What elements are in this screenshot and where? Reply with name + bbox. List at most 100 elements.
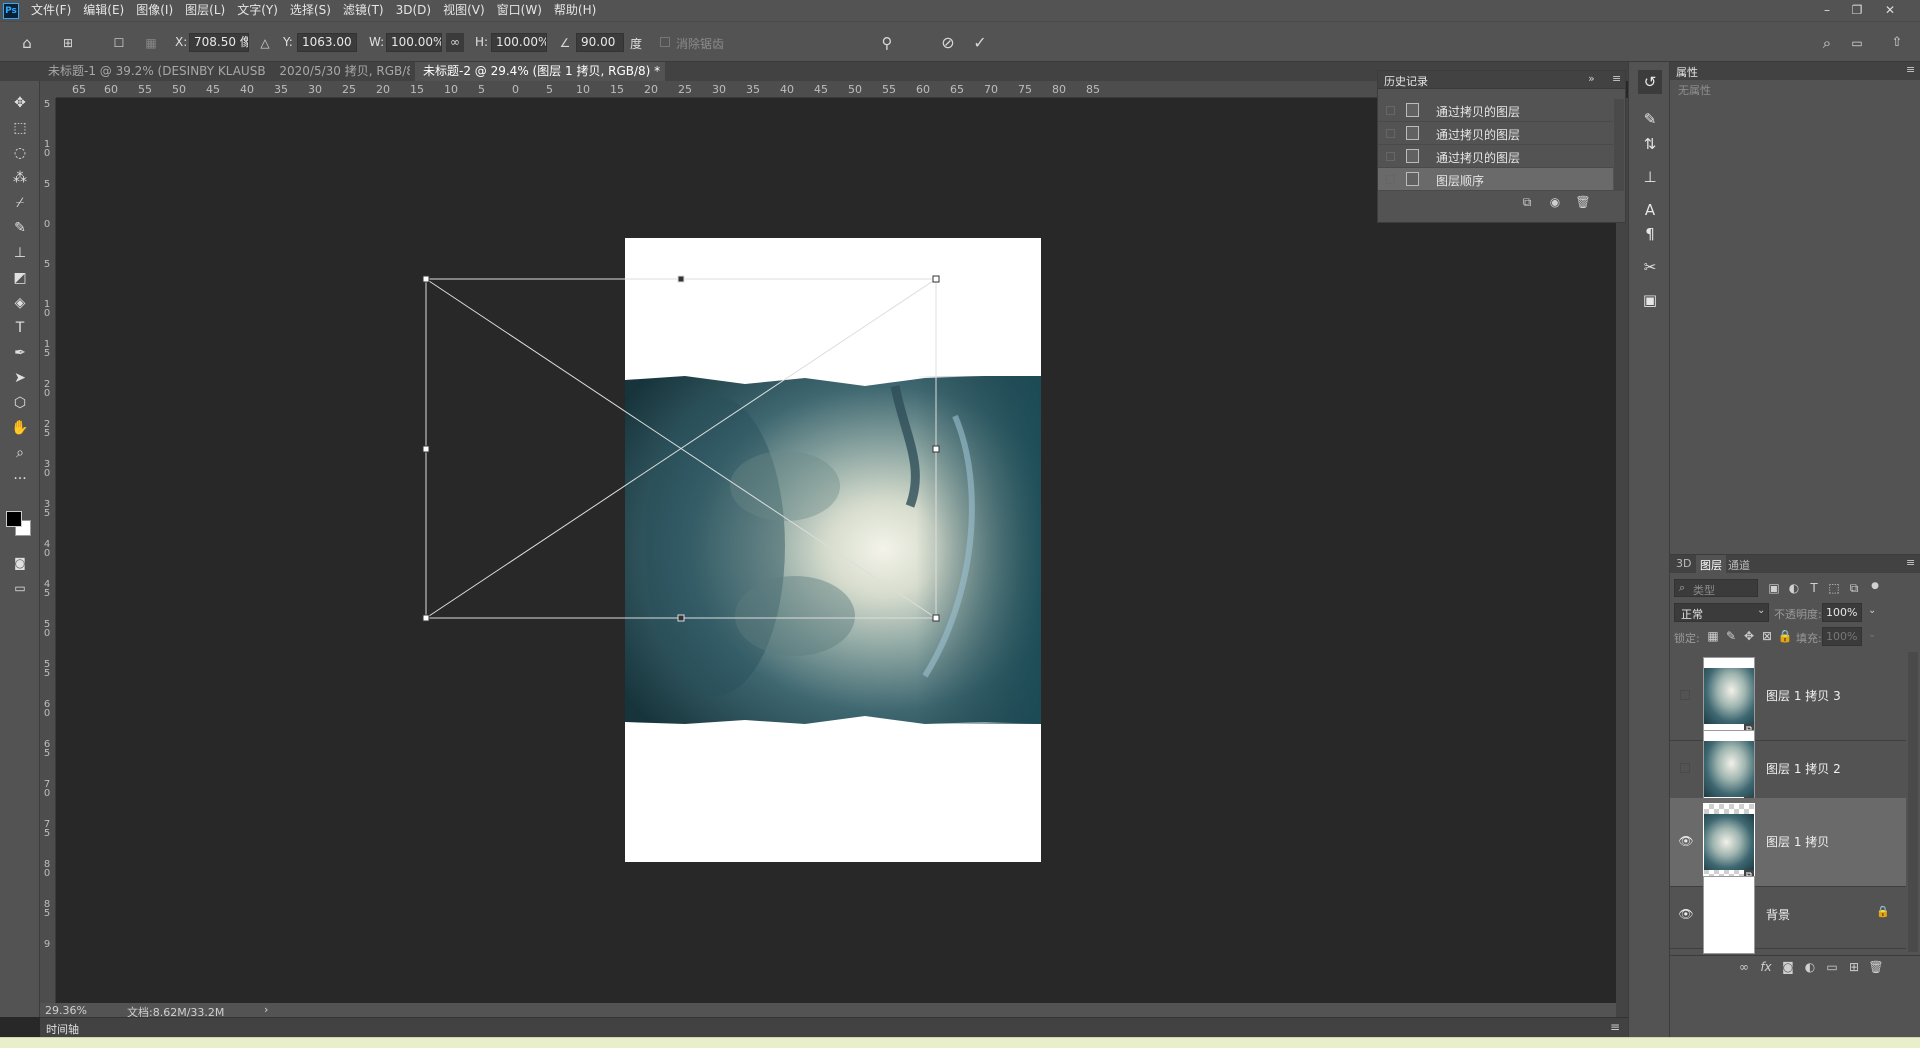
minimize-button[interactable]: – bbox=[1813, 0, 1841, 21]
menu-view[interactable]: 视图(V) bbox=[437, 0, 491, 21]
history-item-selected[interactable]: 图层顺序 bbox=[1378, 168, 1613, 191]
libraries-icon[interactable]: ▣ bbox=[1638, 288, 1662, 312]
blend-mode-select[interactable]: 正常 ⌄ bbox=[1674, 603, 1769, 622]
history-scrollbar[interactable] bbox=[1614, 99, 1624, 191]
layer-thumbnail[interactable]: ⧉ bbox=[1703, 657, 1755, 735]
layer-name[interactable]: 图层 1 拷贝 2 bbox=[1766, 760, 1841, 777]
collapse-icon[interactable]: » bbox=[1588, 72, 1595, 85]
share-icon[interactable]: ⇧ bbox=[1886, 32, 1908, 54]
chevron-down-icon[interactable]: ⌄ bbox=[1868, 629, 1876, 640]
menu-filter[interactable]: 滤镜(T) bbox=[337, 0, 390, 21]
warp-mode-icon[interactable]: ⚲ bbox=[876, 32, 898, 54]
visibility-toggle[interactable] bbox=[1680, 690, 1690, 700]
properties-title[interactable]: 属性 bbox=[1676, 64, 1698, 80]
new-snapshot-icon[interactable]: ◉ bbox=[1546, 193, 1564, 211]
filter-shape-icon[interactable]: ⬚ bbox=[1825, 579, 1843, 597]
new-layer-icon[interactable]: ⊞ bbox=[1845, 958, 1863, 976]
search-icon[interactable]: ⌕ bbox=[1816, 32, 1838, 54]
layer-name[interactable]: 图层 1 拷贝 3 bbox=[1766, 687, 1841, 704]
zoom-level[interactable]: 29.36% bbox=[45, 1004, 87, 1017]
lasso-tool-icon[interactable]: ◌ bbox=[7, 141, 33, 165]
chevron-down-icon[interactable]: ⌄ bbox=[1868, 605, 1876, 616]
tab-3d[interactable]: 3D bbox=[1676, 557, 1691, 570]
reference-point-toggle-icon[interactable]: ☐ bbox=[108, 32, 130, 54]
menu-type[interactable]: 文字(Y) bbox=[231, 0, 284, 21]
panel-menu-icon[interactable]: ≡ bbox=[1612, 72, 1621, 85]
angle-field[interactable]: 90.00 bbox=[576, 33, 624, 52]
menu-help[interactable]: 帮助(H) bbox=[548, 0, 602, 21]
restore-button[interactable]: ❐ bbox=[1843, 0, 1871, 21]
quick-mask-icon[interactable]: ◙ bbox=[7, 551, 33, 575]
antialias-checkbox[interactable] bbox=[660, 37, 670, 47]
foreground-color-swatch-top[interactable] bbox=[6, 511, 22, 527]
snapshot-checkbox[interactable] bbox=[1386, 106, 1395, 115]
link-layers-icon[interactable]: ∞ bbox=[1735, 958, 1753, 976]
layer-thumbnail[interactable]: ⧉ bbox=[1703, 803, 1755, 881]
menu-3d[interactable]: 3D(D) bbox=[390, 0, 437, 21]
canvas-area[interactable] bbox=[56, 98, 1616, 1003]
visibility-toggle[interactable] bbox=[1680, 763, 1690, 773]
lock-image-icon[interactable]: ✎ bbox=[1722, 627, 1740, 645]
tab-channels[interactable]: 通道 bbox=[1728, 557, 1750, 573]
width-field[interactable]: 100.00% bbox=[386, 33, 442, 52]
brush-tool-icon[interactable]: ✎ bbox=[7, 216, 33, 240]
move-tool-icon[interactable]: ✥ bbox=[7, 91, 33, 115]
type-tool-icon[interactable]: T bbox=[7, 316, 33, 340]
lock-transparent-icon[interactable]: ▦ bbox=[1704, 627, 1722, 645]
tools-preset-icon[interactable]: ✂ bbox=[1638, 255, 1662, 279]
history-item[interactable]: 通过拷贝的图层 bbox=[1378, 122, 1613, 145]
eye-icon[interactable]: 👁 bbox=[1678, 907, 1694, 921]
add-mask-icon[interactable]: ◙ bbox=[1779, 958, 1797, 976]
lock-position-icon[interactable]: ✥ bbox=[1740, 627, 1758, 645]
path-select-tool-icon[interactable]: ➤ bbox=[7, 366, 33, 390]
cancel-icon[interactable]: ⊘ bbox=[937, 32, 959, 54]
delete-layer-icon[interactable]: 🗑 bbox=[1867, 958, 1885, 976]
shape-tool-icon[interactable]: ⬡ bbox=[7, 391, 33, 415]
menu-window[interactable]: 窗口(W) bbox=[491, 0, 548, 21]
tab-layers[interactable]: 图层 bbox=[1696, 555, 1726, 573]
x-field[interactable]: 708.50 像素 bbox=[189, 33, 249, 52]
history-panel-title[interactable]: 历史记录 bbox=[1384, 73, 1428, 89]
status-menu-arrow[interactable]: › bbox=[264, 1003, 268, 1016]
panel-menu-icon[interactable]: ≡ bbox=[1906, 63, 1915, 76]
menu-select[interactable]: 选择(S) bbox=[284, 0, 337, 21]
lock-artboard-icon[interactable]: ⊠ bbox=[1758, 627, 1776, 645]
magic-wand-tool-icon[interactable]: ⁂ bbox=[7, 166, 33, 190]
pen-tool-icon[interactable]: ✒ bbox=[7, 341, 33, 365]
filter-toggle-icon[interactable]: ● bbox=[1866, 577, 1884, 595]
adjustment-layer-icon[interactable]: ◐ bbox=[1801, 958, 1819, 976]
filter-pixel-icon[interactable]: ▣ bbox=[1765, 579, 1783, 597]
paragraph-icon[interactable]: ¶ bbox=[1638, 222, 1662, 246]
height-field[interactable]: 100.00% bbox=[491, 33, 547, 52]
timeline-label[interactable]: 时间轴 bbox=[46, 1021, 79, 1037]
snapshot-checkbox[interactable] bbox=[1386, 175, 1395, 184]
panel-menu-icon[interactable]: ≡ bbox=[1610, 1020, 1620, 1034]
marquee-tool-icon[interactable]: ⬚ bbox=[7, 116, 33, 140]
layer-thumbnail[interactable]: ⧉ bbox=[1703, 730, 1755, 808]
adjustments-icon[interactable]: ⇅ bbox=[1638, 132, 1662, 156]
layers-scrollbar[interactable] bbox=[1908, 652, 1918, 952]
new-document-from-state-icon[interactable]: ⧉ bbox=[1518, 193, 1536, 211]
close-button[interactable]: ✕ bbox=[1876, 0, 1904, 21]
layer-name[interactable]: 图层 1 拷贝 bbox=[1766, 833, 1829, 850]
transform-tool-icon[interactable]: ⊞ bbox=[57, 32, 79, 54]
reference-point-grid-icon[interactable]: ▦ bbox=[140, 32, 162, 54]
delete-icon[interactable]: 🗑 bbox=[1574, 193, 1592, 211]
snapshot-checkbox[interactable] bbox=[1386, 129, 1395, 138]
commit-check-icon[interactable]: ✓ bbox=[969, 32, 991, 54]
clone-source-icon[interactable]: ⊥ bbox=[1638, 165, 1662, 189]
fill-field[interactable]: 100% bbox=[1822, 627, 1862, 646]
vertical-scrollbar[interactable] bbox=[1616, 98, 1628, 1003]
filter-adjustment-icon[interactable]: ◐ bbox=[1785, 579, 1803, 597]
eye-icon[interactable]: 👁 bbox=[1678, 834, 1694, 848]
relative-position-icon[interactable]: △ bbox=[254, 32, 276, 54]
brush-settings-icon[interactable]: ✎ bbox=[1638, 107, 1662, 131]
tab-doc-2[interactable]: 未标题-2 @ 29.4% (图层 1 拷贝, RGB/8) * × bbox=[415, 62, 665, 81]
layer-style-icon[interactable]: fx bbox=[1757, 958, 1775, 976]
layer-thumbnail[interactable] bbox=[1703, 876, 1755, 954]
layer-name[interactable]: 背景 bbox=[1766, 906, 1790, 923]
paint-bucket-tool-icon[interactable]: ◈ bbox=[7, 291, 33, 315]
eyedropper-tool-icon[interactable]: ⌿ bbox=[7, 191, 33, 215]
more-tools-icon[interactable]: ··· bbox=[7, 467, 33, 491]
workspace-icon[interactable]: ▭ bbox=[1846, 32, 1868, 54]
